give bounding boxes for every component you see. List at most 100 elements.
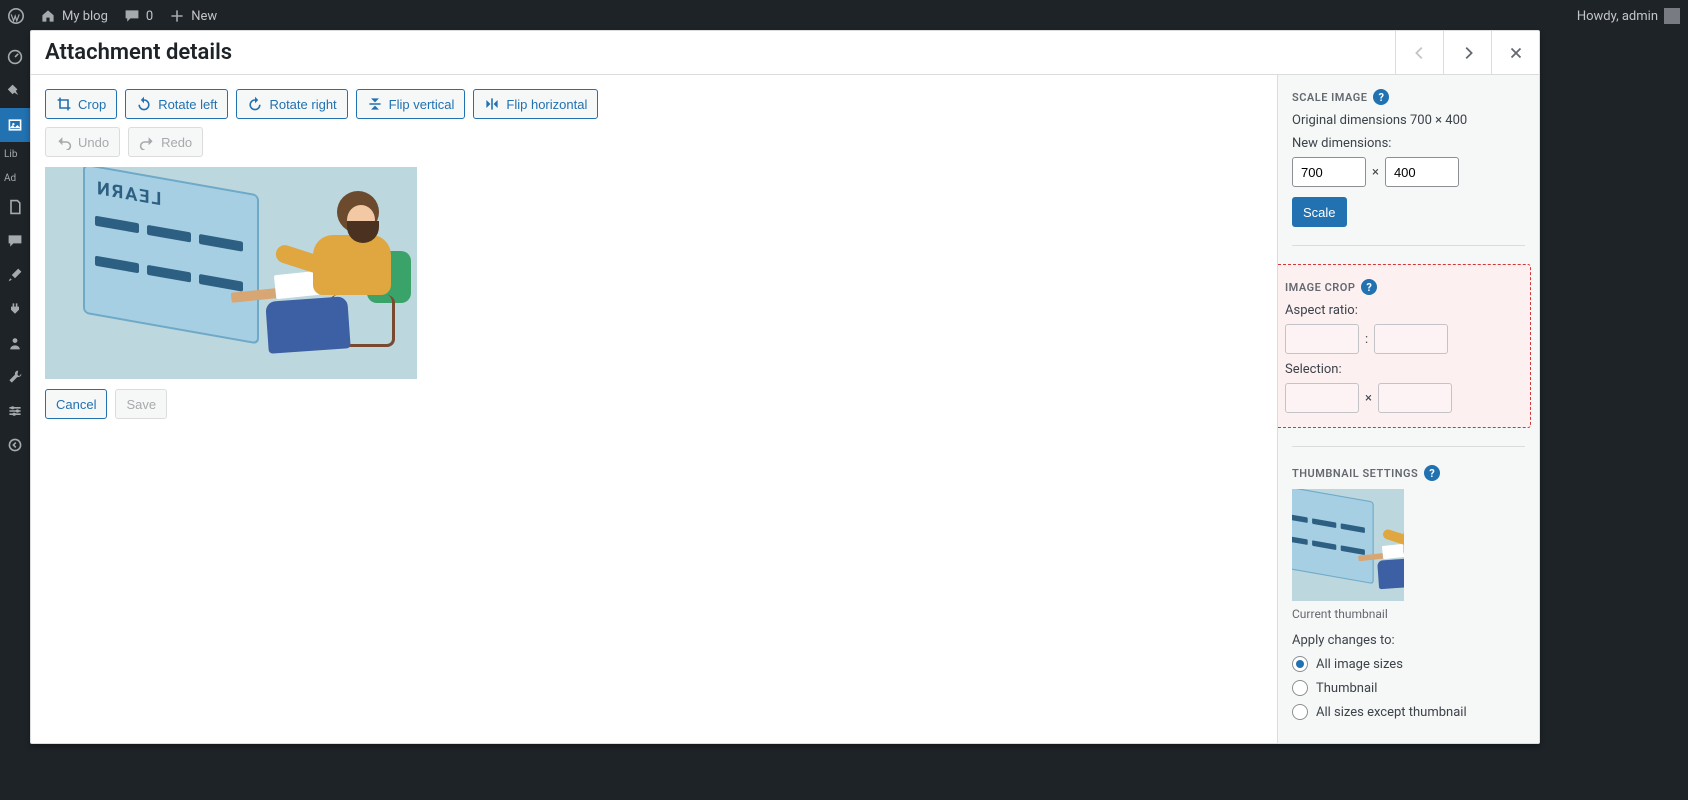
menu-plugins[interactable] xyxy=(0,292,30,326)
undo-icon xyxy=(56,134,72,150)
edit-area: Crop Rotate left Rotate right Flip verti… xyxy=(31,75,1277,743)
menu-text-add[interactable]: Ad xyxy=(0,166,30,190)
redo-button[interactable]: Redo xyxy=(128,127,203,157)
next-button[interactable] xyxy=(1443,31,1491,74)
menu-settings[interactable] xyxy=(0,394,30,428)
aspect-label: Aspect ratio: xyxy=(1285,303,1516,318)
settings-panel: SCALE IMAGE ? Original dimensions 700 × … xyxy=(1277,75,1539,743)
scale-height-input[interactable] xyxy=(1385,157,1459,187)
aspect-separator: : xyxy=(1365,332,1368,347)
site-link[interactable]: My blog xyxy=(40,8,108,24)
radio-except-thumbnail[interactable]: All sizes except thumbnail xyxy=(1292,704,1525,720)
flip-horizontal-label: Flip horizontal xyxy=(506,97,587,112)
chevron-right-icon xyxy=(1459,44,1477,62)
menu-appearance[interactable] xyxy=(0,258,30,292)
radio-all-sizes[interactable]: All image sizes xyxy=(1292,656,1525,672)
new-link[interactable]: New xyxy=(169,8,217,24)
attachment-details-modal: Attachment details Crop Rota xyxy=(30,30,1540,744)
flip-horizontal-button[interactable]: Flip horizontal xyxy=(473,89,598,119)
aspect-height-input[interactable] xyxy=(1374,324,1448,354)
close-button[interactable] xyxy=(1491,31,1539,74)
thumb-title: THUMBNAIL SETTINGS xyxy=(1292,467,1418,480)
flip-vertical-button[interactable]: Flip vertical xyxy=(356,89,466,119)
plug-icon xyxy=(7,301,23,317)
menu-pages[interactable] xyxy=(0,190,30,224)
site-name: My blog xyxy=(62,9,108,24)
radio-thumbnail[interactable]: Thumbnail xyxy=(1292,680,1525,696)
image-crop-section: IMAGE CROP ? Aspect ratio: : Selection: … xyxy=(1277,264,1531,428)
edit-actions: Cancel Save xyxy=(45,389,1263,419)
scale-width-input[interactable] xyxy=(1292,157,1366,187)
home-icon xyxy=(40,8,56,24)
brush-icon xyxy=(7,267,23,283)
account-link[interactable]: Howdy, admin xyxy=(1577,8,1680,24)
close-icon xyxy=(1507,44,1525,62)
thumb-title-row: THUMBNAIL SETTINGS ? xyxy=(1292,465,1525,481)
comments-link[interactable]: 0 xyxy=(124,8,153,24)
media-icon xyxy=(7,117,23,133)
crop-title-row: IMAGE CROP ? xyxy=(1285,279,1516,295)
image-preview[interactable]: LEARN xyxy=(45,167,417,379)
selection-separator: × xyxy=(1365,391,1372,406)
menu-tools[interactable] xyxy=(0,360,30,394)
radio-icon xyxy=(1292,680,1308,696)
rotate-left-label: Rotate left xyxy=(158,97,217,112)
board-text: LEARN xyxy=(95,178,161,211)
user-icon xyxy=(7,335,23,351)
selection-row: × xyxy=(1285,383,1516,413)
cancel-button[interactable]: Cancel xyxy=(45,389,107,419)
menu-posts[interactable] xyxy=(0,74,30,108)
scale-button-label: Scale xyxy=(1303,205,1336,220)
undo-button[interactable]: Undo xyxy=(45,127,120,157)
chevron-left-icon xyxy=(1411,44,1429,62)
scale-title-row: SCALE IMAGE ? xyxy=(1292,89,1525,105)
crop-button[interactable]: Crop xyxy=(45,89,117,119)
prev-button[interactable] xyxy=(1395,31,1443,74)
flip-vertical-icon xyxy=(367,96,383,112)
scale-help-icon[interactable]: ? xyxy=(1373,89,1389,105)
cancel-label: Cancel xyxy=(56,397,96,412)
wp-logo[interactable] xyxy=(8,8,24,24)
crop-help-icon[interactable]: ? xyxy=(1361,279,1377,295)
crop-icon xyxy=(56,96,72,112)
apply-label: Apply changes to: xyxy=(1292,633,1525,648)
admin-menu: Lib Ad xyxy=(0,32,30,800)
edit-toolbar: Crop Rotate left Rotate right Flip verti… xyxy=(45,89,1263,119)
history-toolbar: Undo Redo xyxy=(45,127,1263,157)
admin-bar: My blog 0 New Howdy, admin xyxy=(0,0,1688,32)
new-dims-row: × xyxy=(1292,157,1525,187)
thumb-caption: Current thumbnail xyxy=(1292,607,1525,621)
redo-icon xyxy=(139,134,155,150)
radio-icon xyxy=(1292,704,1308,720)
avatar xyxy=(1664,8,1680,24)
save-label: Save xyxy=(126,397,156,412)
radio-except-label: All sizes except thumbnail xyxy=(1316,705,1467,720)
aspect-width-input[interactable] xyxy=(1285,324,1359,354)
menu-text-lib[interactable]: Lib xyxy=(0,142,30,166)
howdy-text: Howdy, admin xyxy=(1577,9,1658,24)
pin-icon xyxy=(7,83,23,99)
aspect-row: : xyxy=(1285,324,1516,354)
save-button[interactable]: Save xyxy=(115,389,167,419)
thumb-help-icon[interactable]: ? xyxy=(1424,465,1440,481)
radio-icon xyxy=(1292,656,1308,672)
scale-button[interactable]: Scale xyxy=(1292,197,1347,227)
rotate-right-button[interactable]: Rotate right xyxy=(236,89,347,119)
menu-users[interactable] xyxy=(0,326,30,360)
rotate-left-button[interactable]: Rotate left xyxy=(125,89,228,119)
selection-height-input[interactable] xyxy=(1378,383,1452,413)
selection-label: Selection: xyxy=(1285,362,1516,377)
new-label: New xyxy=(191,9,217,24)
wrench-icon xyxy=(7,369,23,385)
menu-dashboard[interactable] xyxy=(0,40,30,74)
original-dims: Original dimensions 700 × 400 xyxy=(1292,113,1525,128)
selection-width-input[interactable] xyxy=(1285,383,1359,413)
rotate-right-icon xyxy=(247,96,263,112)
redo-label: Redo xyxy=(161,135,192,150)
crop-label: Crop xyxy=(78,97,106,112)
menu-collapse[interactable] xyxy=(0,428,30,462)
menu-media[interactable] xyxy=(0,108,30,142)
thumbnail-preview xyxy=(1292,489,1404,601)
menu-comments[interactable] xyxy=(0,224,30,258)
comment-icon xyxy=(7,233,23,249)
